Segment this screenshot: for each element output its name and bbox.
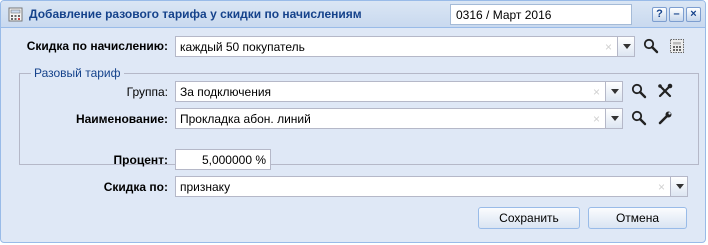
search-discount-button[interactable] xyxy=(640,35,662,57)
chevron-down-icon[interactable] xyxy=(605,82,622,101)
percent-label: Процент: xyxy=(113,153,168,167)
clear-icon[interactable]: × xyxy=(593,85,600,99)
calculator-icon xyxy=(670,39,684,53)
search-icon xyxy=(631,83,647,99)
help-button[interactable]: ? xyxy=(652,7,667,22)
clear-icon[interactable]: × xyxy=(605,40,612,54)
cancel-button[interactable]: Отмена xyxy=(588,207,687,229)
search-group-button[interactable] xyxy=(628,80,650,102)
tools-group-button[interactable] xyxy=(654,80,676,102)
calculate-button[interactable] xyxy=(666,35,688,57)
wrench-icon xyxy=(658,111,672,125)
minimize-button[interactable]: – xyxy=(669,7,684,22)
discount-by-label: Скидка по: xyxy=(103,180,168,194)
discount-by-value: признаку xyxy=(180,180,231,194)
name-label: Наименование: xyxy=(75,112,168,126)
group-label: Группа: xyxy=(126,85,168,99)
close-button[interactable]: × xyxy=(686,7,701,22)
name-combo[interactable]: Прокладка абон. линий × xyxy=(175,108,623,129)
chevron-down-icon[interactable] xyxy=(605,109,622,128)
dialog-body: Скидка по начислению: каждый 50 покупате… xyxy=(1,29,705,242)
search-icon xyxy=(631,110,647,126)
discount-by-combo[interactable]: признаку × xyxy=(175,176,688,197)
search-icon xyxy=(643,38,659,54)
title-bar[interactable]: Добавление разового тарифа у скидки по н… xyxy=(1,1,705,28)
calculator-icon xyxy=(8,7,23,22)
discount-combo[interactable]: каждый 50 покупатель × xyxy=(175,36,635,57)
tools-icon xyxy=(658,83,673,98)
clear-icon[interactable]: × xyxy=(593,112,600,126)
group-value: За подключения xyxy=(180,85,272,99)
discount-value: каждый 50 покупатель xyxy=(180,40,305,54)
clear-icon[interactable]: × xyxy=(658,180,665,194)
wrench-name-button[interactable] xyxy=(654,107,676,129)
chevron-down-icon[interactable] xyxy=(670,177,687,196)
window-title: Добавление разового тарифа у скидки по н… xyxy=(29,7,362,21)
group-combo[interactable]: За подключения × xyxy=(175,81,623,102)
period-field[interactable]: 0316 / Март 2016 xyxy=(450,4,632,25)
fieldset-legend: Разовый тариф xyxy=(31,66,124,80)
save-button[interactable]: Сохранить xyxy=(478,207,580,229)
name-value: Прокладка абон. линий xyxy=(180,112,311,126)
percent-input[interactable]: 5,000000 % xyxy=(175,149,271,170)
chevron-down-icon[interactable] xyxy=(617,37,634,56)
search-name-button[interactable] xyxy=(628,107,650,129)
discount-label: Скидка по начислению: xyxy=(26,39,168,53)
dialog-window: Добавление разового тарифа у скидки по н… xyxy=(0,0,706,243)
